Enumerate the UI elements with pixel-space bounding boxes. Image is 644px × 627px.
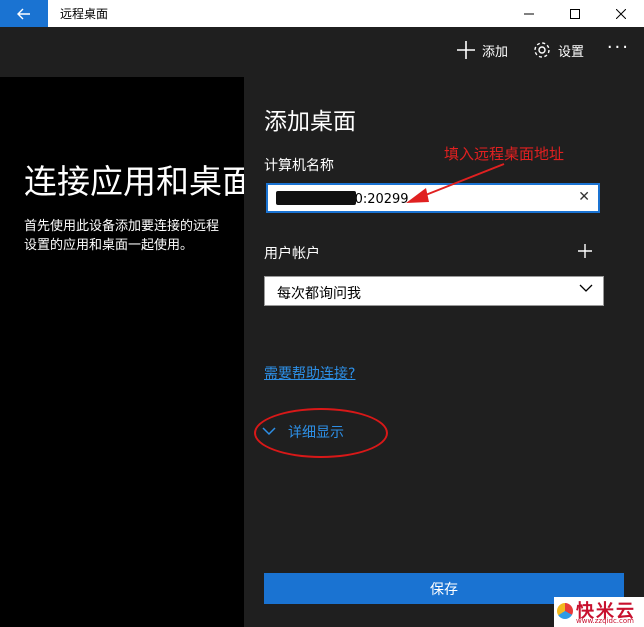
chevron-down-icon [579, 281, 593, 299]
window-title: 远程桌面 [60, 7, 109, 21]
close-icon [616, 8, 626, 19]
minimize-button[interactable] [506, 0, 552, 27]
more-button[interactable]: ··· [607, 37, 630, 58]
maximize-button[interactable] [552, 0, 598, 27]
welcome-description: 首先使用此设备添加要连接的远程 设置的应用和桌面一起使用。 [24, 219, 220, 253]
plus-icon [578, 244, 592, 258]
app-body: 添加 设置 ··· 连接应用和桌面 首先使用此设备添加要连接的远程 设置的应用和… [0, 27, 644, 627]
settings-label: 设置 [558, 44, 585, 60]
user-account-select[interactable]: 每次都询问我 [264, 276, 604, 306]
user-account-value: 每次都询问我 [277, 286, 361, 302]
logo-mark-icon [557, 603, 573, 619]
back-button[interactable] [0, 0, 48, 27]
gear-icon [534, 42, 550, 58]
back-arrow-icon [17, 8, 30, 19]
panel-title: 添加桌面 [264, 109, 356, 135]
plus-icon [457, 41, 475, 59]
redaction-mark [276, 191, 356, 205]
minimize-icon [524, 13, 534, 14]
user-account-label: 用户帐户 [264, 246, 320, 262]
help-link[interactable]: 需要帮助连接? [264, 363, 355, 383]
add-button[interactable]: 添加 [456, 40, 508, 60]
welcome-title: 连接应用和桌面 [24, 162, 244, 201]
welcome-panel: 连接应用和桌面 首先使用此设备添加要连接的远程 设置的应用和桌面一起使用。 [0, 77, 244, 627]
annotation-circle [254, 408, 388, 458]
annotation-text: 填入远程桌面地址 [444, 145, 565, 163]
settings-button[interactable]: 设置 [532, 40, 584, 60]
add-user-button[interactable] [577, 240, 593, 265]
maximize-icon [570, 8, 580, 19]
close-button[interactable] [598, 0, 644, 27]
add-label: 添加 [482, 44, 509, 60]
watermark-site: www.zzqidc.com [576, 617, 634, 625]
watermark-logo: 快米云 www.zzqidc.com [554, 597, 644, 627]
pc-name-label: 计算机名称 [264, 158, 334, 174]
clear-icon[interactable]: ✕ [578, 189, 590, 205]
annotation-arrow-icon [406, 163, 505, 203]
title-bar: 远程桌面 [0, 0, 644, 27]
